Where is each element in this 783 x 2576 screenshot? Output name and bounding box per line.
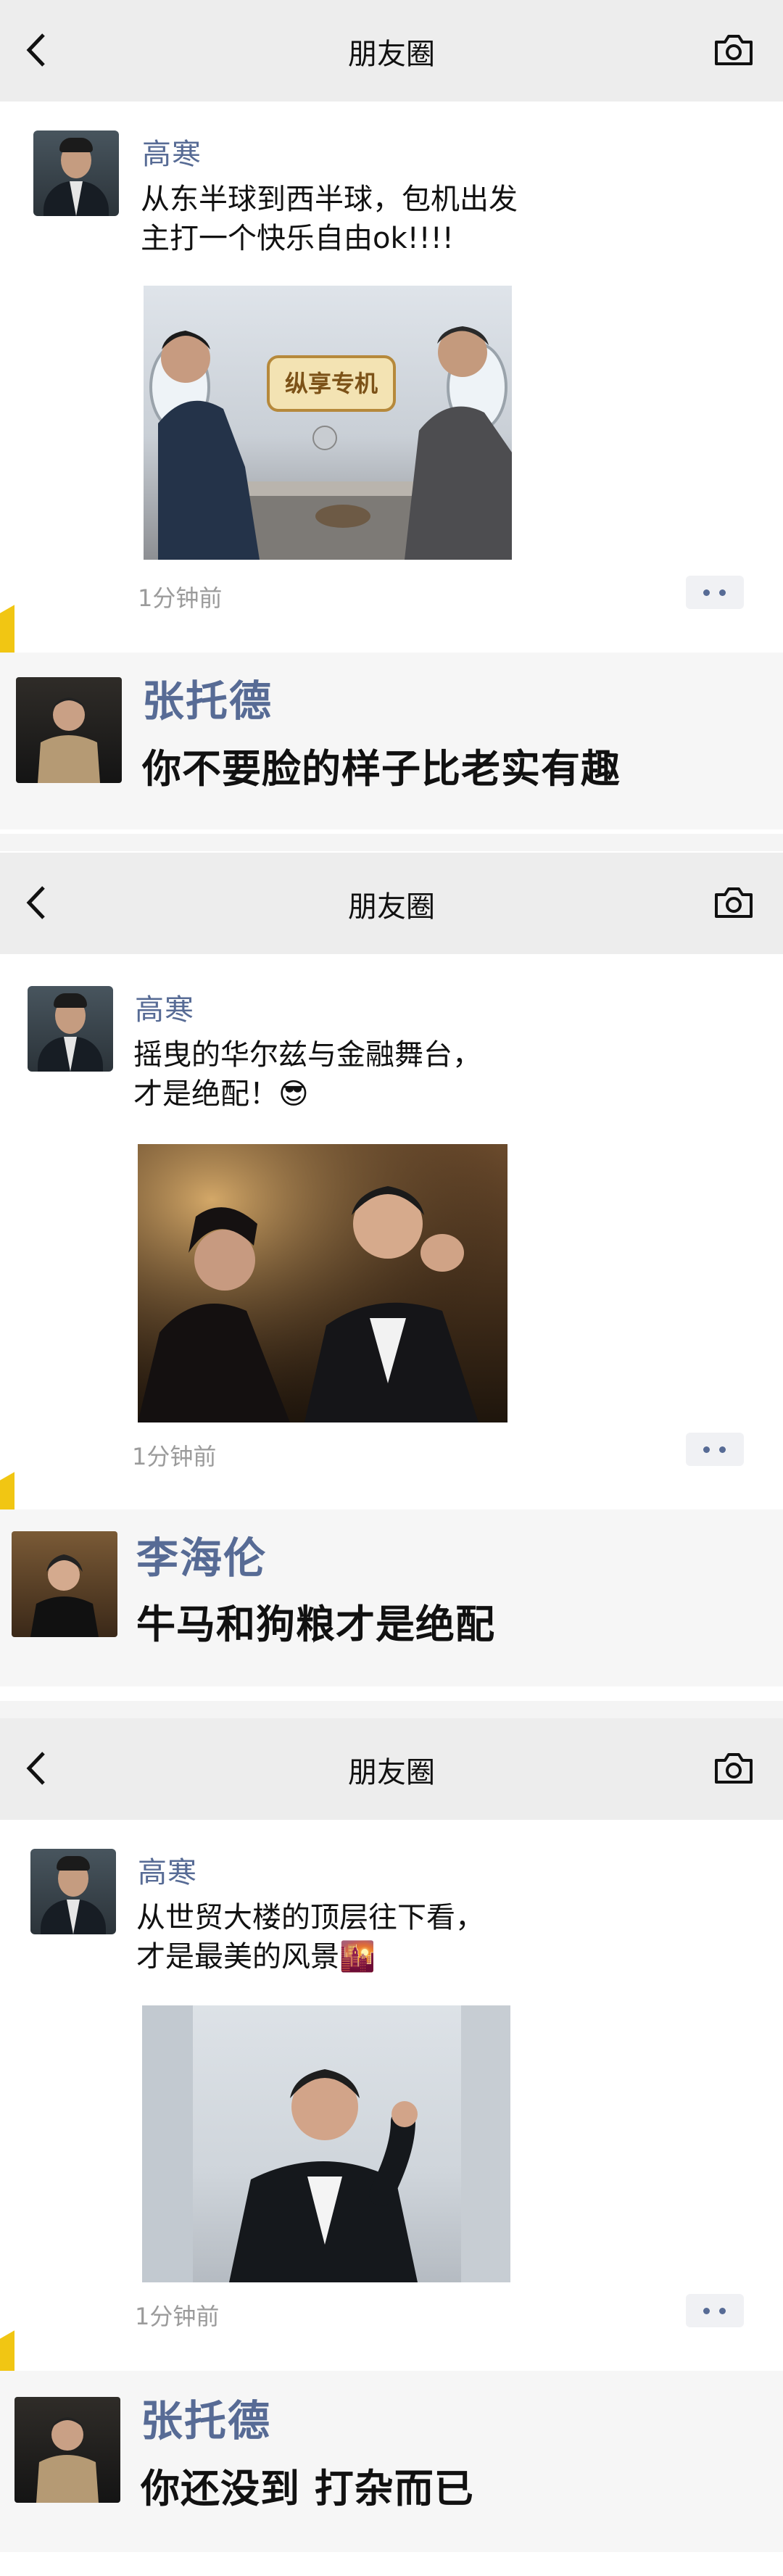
navbar: 朋友圈 [0,853,783,954]
post-time: 1分钟前 [138,584,223,612]
post-time: 1分钟前 [135,2303,220,2330]
comment-text: 牛马和狗粮才是绝配 [136,1602,495,1647]
poster-name[interactable]: 高寒 [138,1849,197,1891]
commenter-avatar[interactable] [16,677,122,783]
post-photo[interactable] [142,2005,510,2282]
commenter-avatar[interactable] [14,2397,120,2503]
camera-icon[interactable] [713,33,754,67]
poster-name[interactable]: 高寒 [135,986,194,1028]
post-text: 摇曳的华尔兹与金融舞台， 才是绝配！😎 [133,1038,481,1111]
comment-text: 你还没到 打杂而已 [141,2466,474,2511]
page-title: 朋友圈 [348,38,435,71]
navbar: 朋友圈 [0,0,783,102]
navbar: 朋友圈 [0,1718,783,1820]
divider [0,1701,783,1718]
moments-panel-2: 朋友圈 高寒 摇曳的华尔兹与金融舞台， 才是绝配！😎 1分钟前 李海伦 牛马和狗… [0,853,783,1708]
post-text: 从东半球到西半球，包机出发 主打一个快乐自由ok!!!! [141,183,518,255]
camera-icon[interactable] [713,886,754,919]
poster-avatar[interactable] [30,1849,116,1934]
post-photo[interactable]: 纵享专机 [144,286,512,560]
commenter-name[interactable]: 李海伦 [136,1524,267,1585]
comment-box: 张托德 你还没到 打杂而已 [0,2371,783,2552]
moments-panel-1: 朋友圈 高寒 从东半球到西半球，包机出发 主打一个快乐自由ok!!!! 纵享专机… [0,0,783,841]
page-title: 朋友圈 [348,890,435,924]
more-button[interactable] [686,2294,744,2327]
comment-text: 你不要脸的样子比老实有趣 [142,746,621,792]
photo-sign: 纵享专机 [267,355,396,412]
more-button[interactable] [686,576,744,609]
comment-box: 李海伦 牛马和狗粮才是绝配 [0,1509,783,1686]
poster-avatar[interactable] [33,131,119,216]
post-photo[interactable] [138,1144,508,1422]
poster-name[interactable]: 高寒 [142,131,202,173]
camera-icon[interactable] [713,1752,754,1785]
poster-avatar[interactable] [28,986,113,1072]
post-time: 1分钟前 [132,1443,217,1470]
commenter-name[interactable]: 张托德 [142,667,273,728]
post-text: 从世贸大楼的顶层往下看， 才是最美的风景🌇 [136,1901,484,1974]
moments-panel-3: 朋友圈 高寒 从世贸大楼的顶层往下看， 才是最美的风景🌇 1分钟前 张托德 你还… [0,1718,783,2576]
more-button[interactable] [686,1433,744,1466]
page-title: 朋友圈 [348,1756,435,1789]
divider [0,834,783,851]
commenter-avatar[interactable] [12,1531,117,1637]
commenter-name[interactable]: 张托德 [141,2387,271,2448]
comment-box: 张托德 你不要脸的样子比老实有趣 [0,653,783,829]
